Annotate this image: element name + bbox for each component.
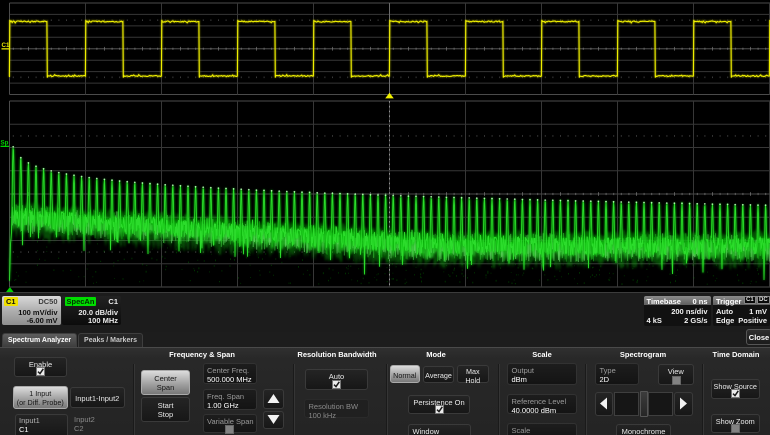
svg-text:Sp: Sp [1,140,9,147]
svg-text:C1: C1 [2,42,10,49]
